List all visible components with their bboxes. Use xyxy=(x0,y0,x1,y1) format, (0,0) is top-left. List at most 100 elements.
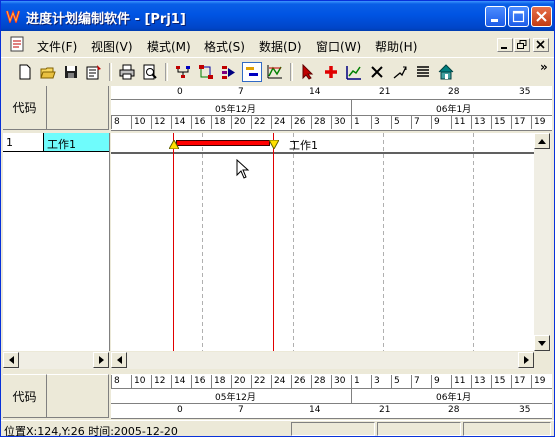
gantt-view-button[interactable] xyxy=(242,62,262,82)
scale-month-jan: 06年1月 xyxy=(436,105,472,115)
scale-date-cell: 17 xyxy=(511,375,531,388)
scroll-up-button[interactable] xyxy=(534,133,550,149)
scroll-left-button[interactable] xyxy=(3,352,19,368)
scroll-down-button[interactable] xyxy=(534,335,550,351)
scale-date-cell: 28 xyxy=(311,375,331,388)
menu-mode[interactable]: 模式(M) xyxy=(147,38,191,55)
scale-day-28: 28 xyxy=(448,87,460,97)
scale-month-dec: 05年12月 xyxy=(215,393,256,403)
task-list: 1 工作1 xyxy=(3,133,110,351)
scroll-right-button[interactable] xyxy=(518,352,534,368)
window-title: 进度计划编制软件 - [Prj1] xyxy=(26,12,186,27)
print-preview-icon xyxy=(143,64,157,80)
scale-date-cell: 15 xyxy=(491,116,511,129)
network-view-button[interactable] xyxy=(173,62,193,82)
scale-day-21: 21 xyxy=(379,405,391,415)
new-button[interactable] xyxy=(15,62,35,82)
mdi-minimize-button[interactable] xyxy=(497,38,513,52)
arrow-flow-button[interactable] xyxy=(219,62,239,82)
close-icon xyxy=(536,11,547,22)
toolbar-separator xyxy=(290,63,293,81)
scale-dates: 8 10 12 14 16 18 20 22 24 26 28 30 1 3 5 7 9 11 13 15 17 19 xyxy=(111,116,552,129)
timescale-top: 0 7 14 21 28 35 05年12月 06年1月 8 10 12 14 16 18… xyxy=(111,86,552,131)
add-task-button[interactable] xyxy=(321,62,341,82)
scale-day-14: 14 xyxy=(309,87,321,97)
menu-data[interactable]: 数据(D) xyxy=(259,38,302,55)
task-start-marker-icon xyxy=(169,140,179,149)
chart-horizontal-scrollbar[interactable] xyxy=(111,352,534,369)
new-file-icon xyxy=(19,64,31,80)
delete-button[interactable] xyxy=(367,62,387,82)
properties-button[interactable] xyxy=(84,62,104,82)
code-column-footer: 代码 xyxy=(3,374,47,418)
maximize-button[interactable] xyxy=(508,6,529,27)
toolbar-overflow-chevron-icon[interactable]: » xyxy=(540,60,548,74)
resource-curve-button[interactable] xyxy=(265,62,285,82)
link-arrow-button[interactable] xyxy=(390,62,410,82)
house-icon xyxy=(438,64,454,80)
scale-month-jan: 06年1月 xyxy=(436,393,472,403)
close-button[interactable] xyxy=(531,6,552,27)
edit-chart-button[interactable] xyxy=(344,62,364,82)
code-column-header[interactable]: 代码 xyxy=(3,86,47,130)
minimize-button[interactable] xyxy=(485,6,506,27)
network-diagram-icon xyxy=(176,66,190,78)
list-horizontal-scrollbar[interactable] xyxy=(3,352,109,369)
save-disk-icon xyxy=(65,66,77,78)
task-bar[interactable] xyxy=(176,140,270,146)
open-button[interactable] xyxy=(38,62,58,82)
scale-day-28: 28 xyxy=(448,405,460,415)
scale-date-cell: 10 xyxy=(131,116,151,129)
scale-date-cell: 11 xyxy=(451,375,471,388)
list-button[interactable] xyxy=(413,62,433,82)
status-bar: 位置X:124,Y:26 时间:2005-12-20 xyxy=(1,420,554,437)
save-button[interactable] xyxy=(61,62,81,82)
delete-x-icon xyxy=(371,66,383,78)
toolbar-separator xyxy=(109,63,112,81)
scale-date-cell: 13 xyxy=(471,375,491,388)
name-column-header[interactable] xyxy=(47,86,109,130)
task-link-icon xyxy=(199,65,213,79)
print-button[interactable] xyxy=(117,62,137,82)
document-window-icon[interactable] xyxy=(9,36,25,52)
menu-bar: 文件(F) 视图(V) 模式(M) 格式(S) 数据(D) 窗口(W) 帮助(H… xyxy=(1,34,554,56)
select-tool-button[interactable] xyxy=(298,62,318,82)
scale-date-cell: 19 xyxy=(531,116,551,129)
link-tasks-button[interactable] xyxy=(196,62,216,82)
vertical-scrollbar[interactable] xyxy=(534,133,551,351)
scroll-right-button[interactable] xyxy=(93,352,109,368)
scale-date-cell: 8 xyxy=(111,375,131,388)
scale-date-cell: 14 xyxy=(171,375,191,388)
scale-date-cell: 8 xyxy=(111,116,131,129)
menu-view[interactable]: 视图(V) xyxy=(91,38,133,55)
task-name-cell[interactable]: 工作1 xyxy=(44,133,109,151)
open-folder-icon xyxy=(40,67,56,79)
mdi-restore-button[interactable] xyxy=(514,38,530,52)
scale-day-7: 7 xyxy=(238,405,244,415)
minimize-icon xyxy=(491,19,498,22)
scale-date-cell: 10 xyxy=(131,375,151,388)
menu-file[interactable]: 文件(F) xyxy=(37,38,77,55)
scale-date-cell: 16 xyxy=(191,375,211,388)
scale-date-cell: 26 xyxy=(291,375,311,388)
minimize-icon xyxy=(501,47,507,49)
task-row[interactable]: 1 工作1 xyxy=(3,133,109,152)
right-arrow-icon xyxy=(523,356,529,364)
scale-dates: 8 10 12 14 16 18 20 22 24 26 28 30 1 3 5 7 9 11 13 15 17 19 xyxy=(111,375,552,388)
task-row-number: 1 xyxy=(6,136,13,149)
title-bar[interactable]: 进度计划编制软件 - [Prj1] xyxy=(1,1,554,31)
scroll-left-button[interactable] xyxy=(111,352,127,368)
mdi-close-button[interactable] xyxy=(533,38,549,52)
scale-date-cell: 3 xyxy=(371,375,391,388)
left-arrow-icon xyxy=(116,356,122,364)
menu-help[interactable]: 帮助(H) xyxy=(375,38,417,55)
task-name: 工作1 xyxy=(47,138,76,151)
mouse-cursor-icon xyxy=(236,159,250,179)
menu-format[interactable]: 格式(S) xyxy=(204,38,245,55)
menu-window[interactable]: 窗口(W) xyxy=(316,38,361,55)
status-text: 位置X:124,Y:26 时间:2005-12-20 xyxy=(4,425,178,437)
print-preview-button[interactable] xyxy=(140,62,160,82)
home-button[interactable] xyxy=(436,62,456,82)
status-panel xyxy=(463,422,551,436)
gantt-chart-area[interactable]: 工作1 xyxy=(111,133,534,351)
